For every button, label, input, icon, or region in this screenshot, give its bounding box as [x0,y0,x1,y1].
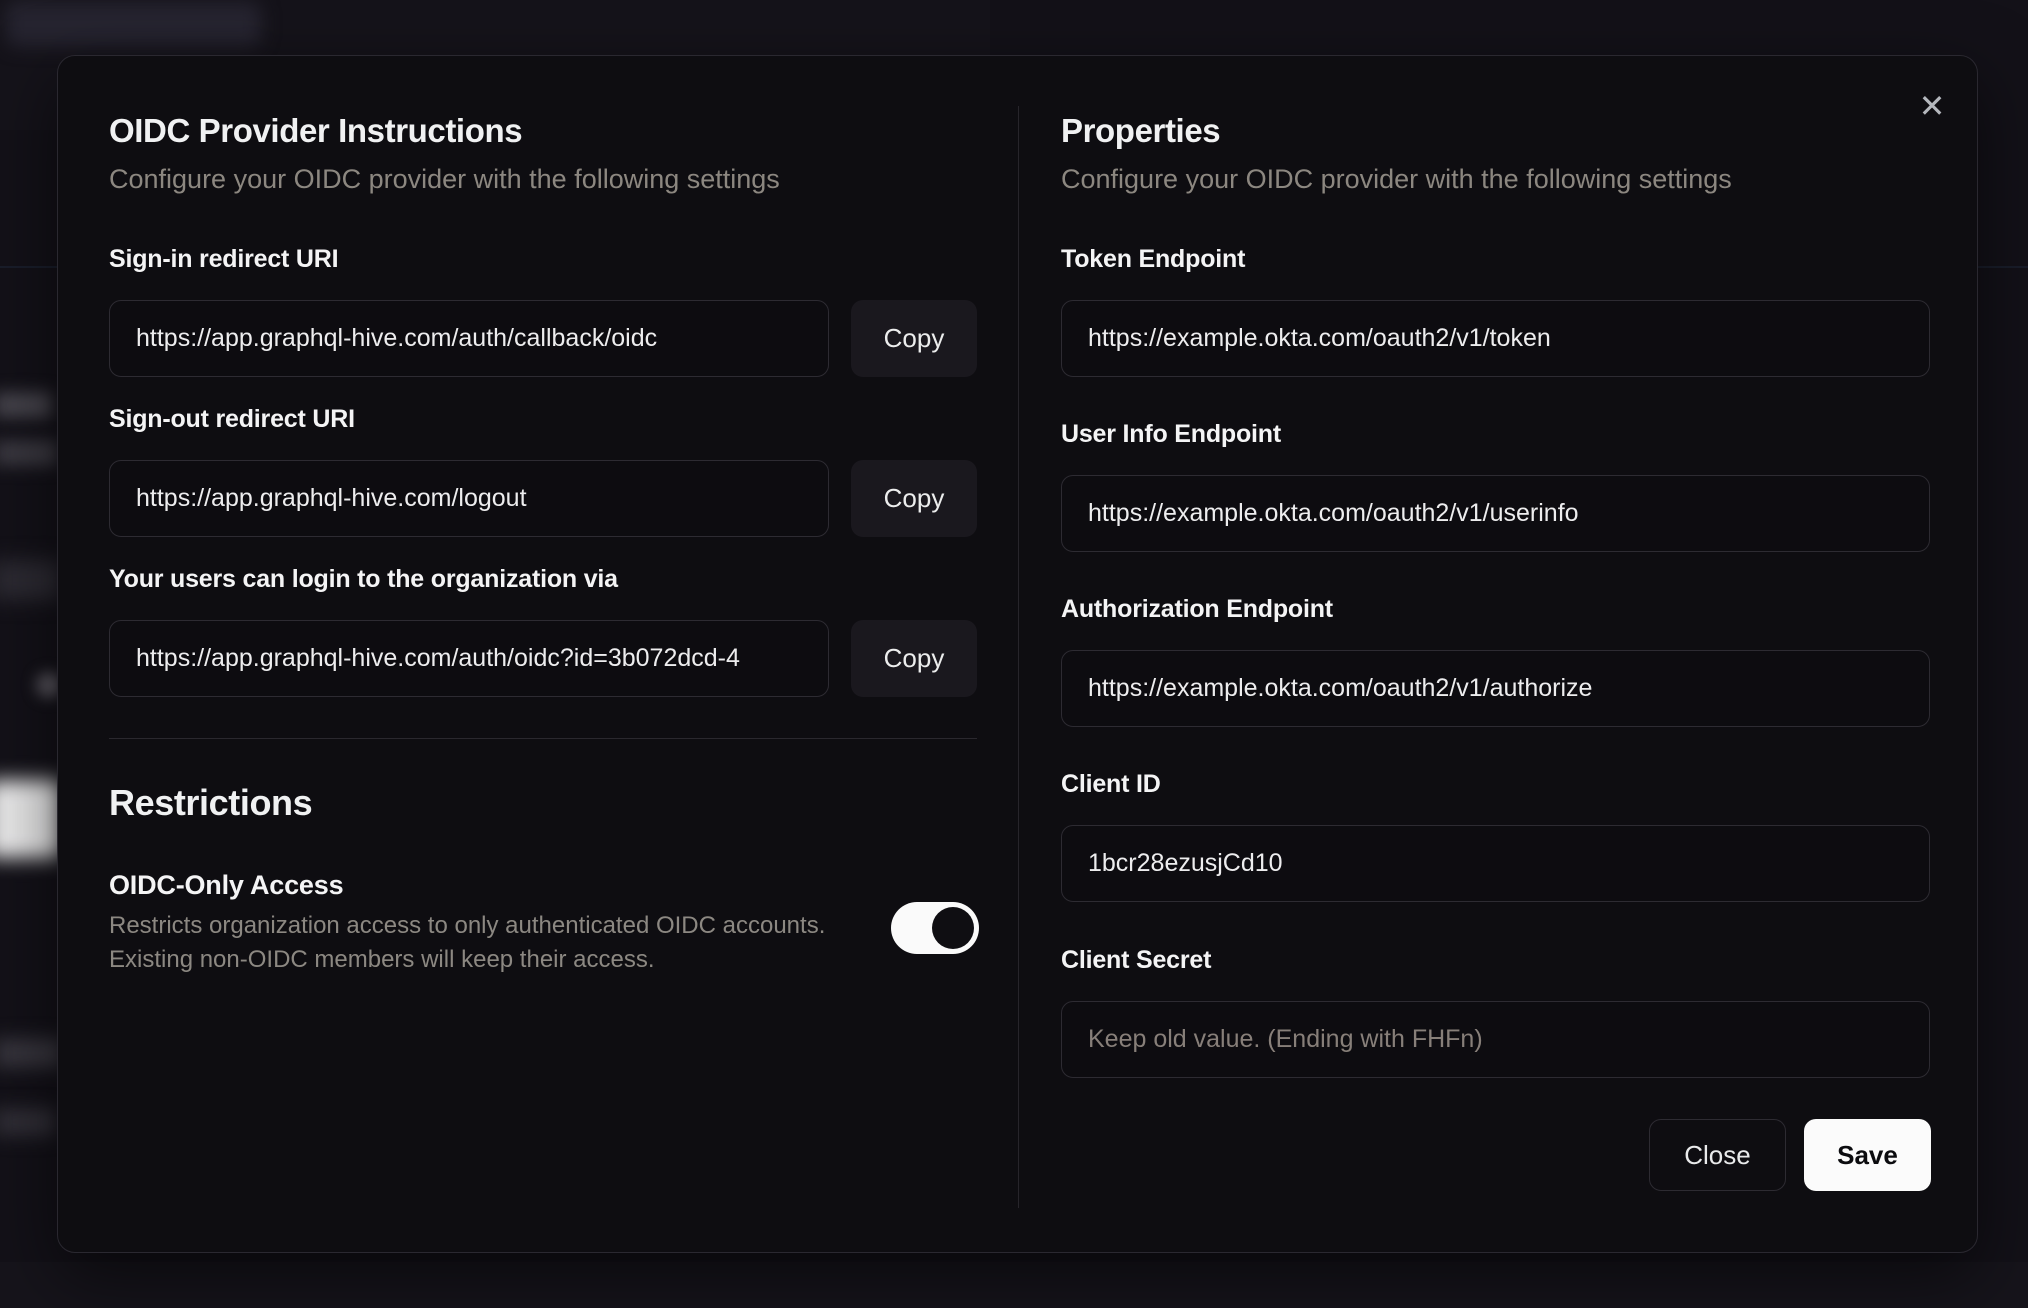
oidc-only-access-toggle[interactable] [891,902,979,954]
organization-login-uri-input[interactable] [109,620,829,697]
sign-in-redirect-uri-input[interactable] [109,300,829,377]
client-id-label: Client ID [1061,770,1161,798]
background-button-blur [0,780,62,858]
properties-title: Properties [1061,112,1221,149]
oidc-only-access-description: Restricts organization access to only au… [109,912,826,973]
background-text-blur [6,2,261,46]
oidc-only-access-label: OIDC-Only Access [109,870,344,900]
restrictions-title: Restrictions [109,782,313,823]
page-background: ✕ OIDC Provider Instructions Configure y… [0,0,2028,1308]
instructions-title: OIDC Provider Instructions [109,112,523,149]
client-secret-input[interactable] [1061,1001,1930,1078]
copy-login-uri-button[interactable]: Copy [851,620,977,697]
close-icon[interactable]: ✕ [1908,82,1956,130]
sign-in-redirect-uri-label: Sign-in redirect URI [109,245,339,273]
properties-subtitle: Configure your OIDC provider with the fo… [1061,164,1732,194]
background-text-blur [0,1108,56,1136]
background-text-blur [0,440,58,466]
toggle-knob [932,907,974,949]
instructions-subtitle: Configure your OIDC provider with the fo… [109,164,780,194]
sign-out-redirect-uri-input[interactable] [109,460,829,537]
client-id-input[interactable] [1061,825,1930,902]
background-text-blur [0,560,62,600]
restrictions-separator [109,738,977,739]
save-button[interactable]: Save [1804,1119,1931,1191]
copy-sign-out-uri-button[interactable]: Copy [851,460,977,537]
column-divider [1018,106,1019,1208]
user-info-endpoint-label: User Info Endpoint [1061,420,1281,448]
sign-out-redirect-uri-label: Sign-out redirect URI [109,405,355,433]
copy-sign-in-uri-button[interactable]: Copy [851,300,977,377]
organization-login-uri-label: Your users can login to the organization… [109,565,618,593]
token-endpoint-input[interactable] [1061,300,1930,377]
close-button[interactable]: Close [1649,1119,1786,1191]
oidc-settings-dialog: ✕ OIDC Provider Instructions Configure y… [57,55,1978,1253]
background-text-blur [0,1038,64,1068]
token-endpoint-label: Token Endpoint [1061,245,1246,273]
background-bottom-strip [0,1262,2028,1308]
authorization-endpoint-input[interactable] [1061,650,1930,727]
background-text-blur [0,392,52,418]
user-info-endpoint-input[interactable] [1061,475,1930,552]
client-secret-label: Client Secret [1061,946,1212,974]
authorization-endpoint-label: Authorization Endpoint [1061,595,1333,623]
